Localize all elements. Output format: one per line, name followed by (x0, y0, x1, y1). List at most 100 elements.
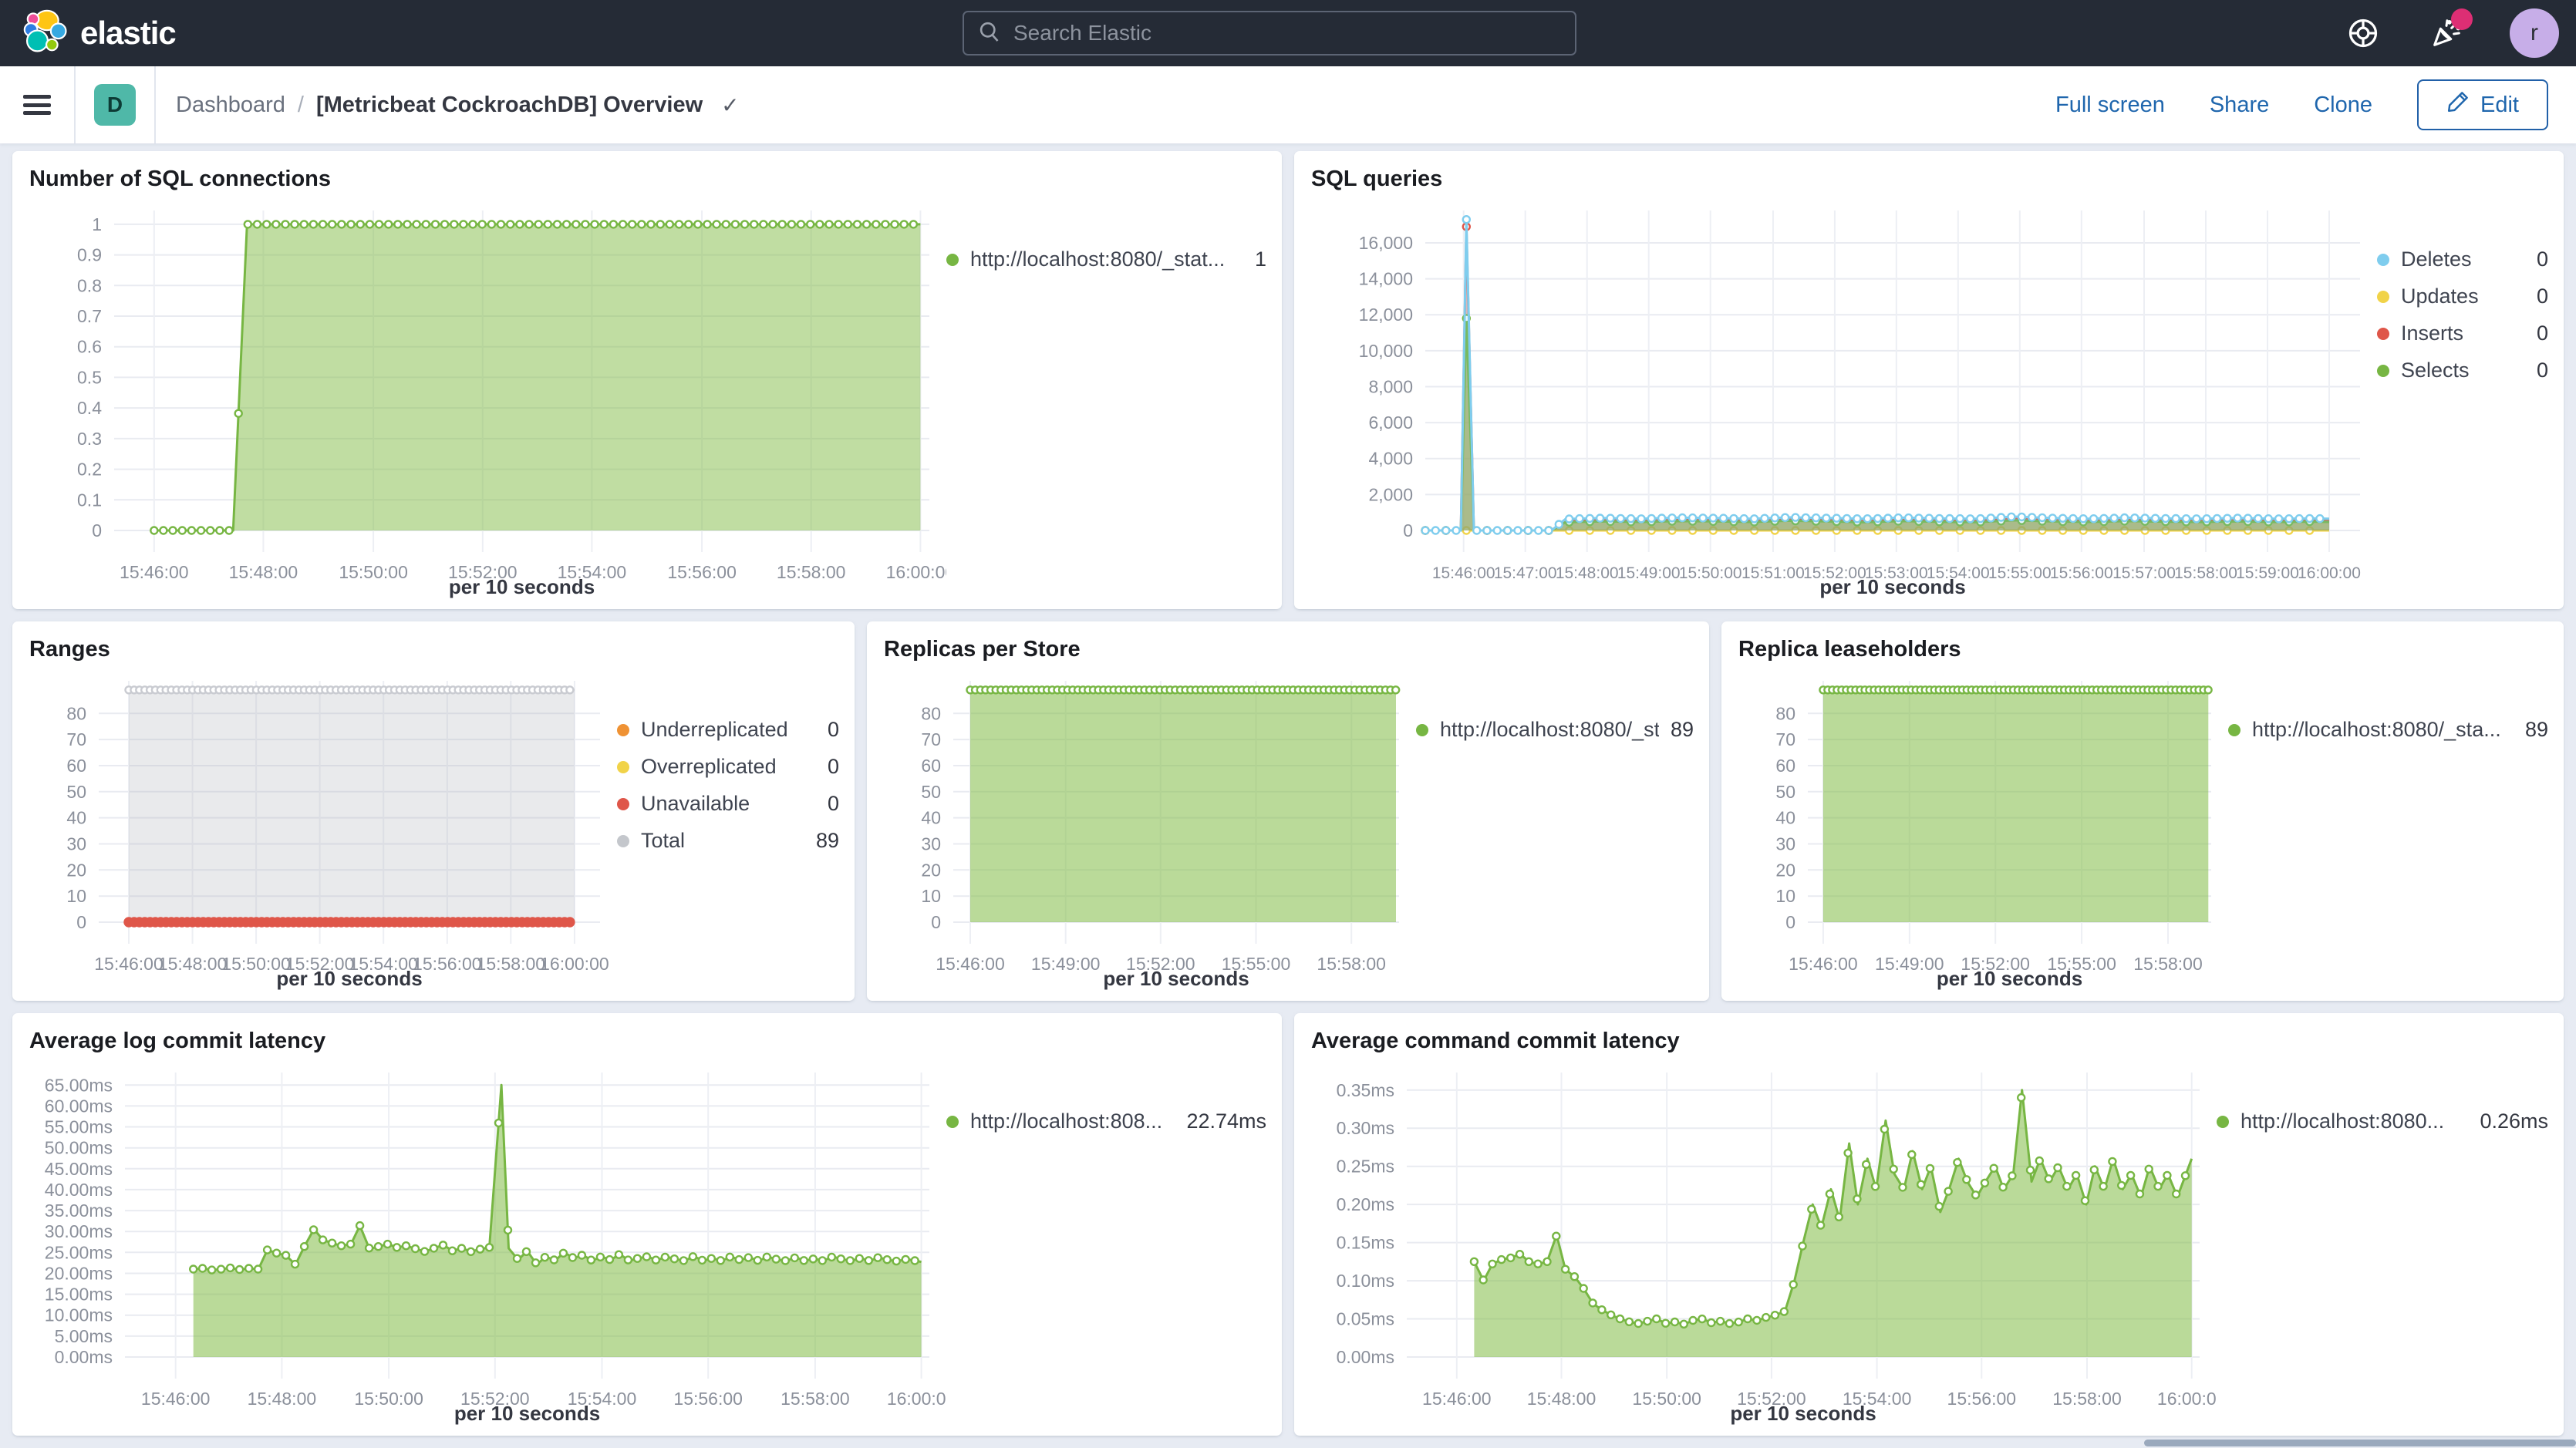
svg-text:30.00ms: 30.00ms (45, 1221, 113, 1241)
legend-item[interactable]: http://localhost:808...22.74ms (946, 1110, 1266, 1133)
legend-label: Selects (2401, 359, 2525, 382)
svg-text:15:57:00: 15:57:00 (2112, 564, 2176, 582)
legend-label: http://localhost:8080... (2241, 1110, 2468, 1133)
svg-text:0.20ms: 0.20ms (1337, 1194, 1394, 1214)
search-input[interactable] (1013, 21, 1561, 45)
svg-text:15:46:00: 15:46:00 (1422, 1389, 1492, 1409)
legend-label: Total (641, 829, 804, 853)
svg-text:10: 10 (1775, 886, 1795, 906)
legend-item[interactable]: Deletes0 (2377, 248, 2548, 271)
title-check-icon[interactable]: ✓ (721, 93, 739, 118)
svg-text:0.3: 0.3 (77, 429, 102, 449)
chart-sql-queries[interactable]: 02,0004,0006,0008,00010,00012,00014,0001… (1310, 198, 2377, 604)
svg-text:80: 80 (1775, 703, 1795, 723)
legend-swatch-icon (2377, 291, 2389, 303)
svg-text:0.25ms: 0.25ms (1337, 1157, 1394, 1177)
svg-text:60: 60 (921, 756, 941, 776)
legend-item[interactable]: http://localhost:8080/_sta...89 (1416, 718, 1694, 742)
svg-text:2,000: 2,000 (1368, 484, 1413, 504)
svg-text:30: 30 (66, 834, 86, 854)
global-search[interactable] (963, 11, 1576, 56)
chart-svg: 0.00ms0.05ms0.10ms0.15ms0.20ms0.25ms0.30… (1310, 1060, 2217, 1431)
svg-text:0.6: 0.6 (77, 337, 102, 357)
chart-replica-leaseholders[interactable]: 0102030405060708015:46:0015:49:0015:52:0… (1737, 668, 2228, 996)
svg-text:50: 50 (921, 782, 941, 802)
space-badge[interactable]: D (94, 84, 136, 126)
panel-title: Average command commit latency (1310, 1025, 2548, 1060)
svg-text:15:48:00: 15:48:00 (248, 1389, 317, 1409)
chart-ranges[interactable]: 0102030405060708015:46:0015:48:0015:50:0… (28, 668, 617, 996)
svg-text:0.8: 0.8 (77, 275, 102, 295)
svg-text:15:47:00: 15:47:00 (1494, 564, 1557, 582)
menu-icon[interactable] (23, 95, 51, 115)
svg-text:0.05ms: 0.05ms (1337, 1309, 1394, 1329)
legend-item[interactable]: Selects0 (2377, 359, 2548, 382)
help-icon[interactable] (2343, 13, 2383, 53)
svg-text:15:56:00: 15:56:00 (673, 1389, 743, 1409)
panel-title: Ranges (28, 634, 839, 668)
legend-item[interactable]: Unavailable0 (617, 792, 839, 816)
elastic-brand[interactable]: elastic (0, 9, 176, 58)
svg-text:16:00:00: 16:00:00 (540, 954, 609, 974)
legend: http://localhost:808...22.74ms (946, 1060, 1266, 1431)
legend-label: Unavailable (641, 792, 816, 816)
svg-text:14,000: 14,000 (1359, 269, 1413, 289)
legend-label: http://localhost:808... (970, 1110, 1175, 1133)
svg-text:50: 50 (66, 782, 86, 802)
chart-svg: 0102030405060708015:46:0015:49:0015:52:0… (1737, 668, 2228, 996)
dashboard-grid: Number of SQL connections 00.10.20.30.40… (0, 143, 2576, 1448)
legend-value: 89 (1671, 718, 1694, 742)
svg-text:15:58:00: 15:58:00 (2174, 564, 2237, 582)
edit-button[interactable]: Edit (2417, 79, 2548, 130)
svg-text:0.15ms: 0.15ms (1337, 1233, 1394, 1253)
svg-text:15:48:00: 15:48:00 (1556, 564, 1619, 582)
legend-swatch-icon (2377, 328, 2389, 340)
svg-text:40: 40 (66, 808, 86, 828)
panel-ranges: Ranges 0102030405060708015:46:0015:48:00… (12, 621, 855, 1001)
legend-item[interactable]: Updates0 (2377, 285, 2548, 308)
legend-value: 0 (828, 718, 839, 742)
avatar[interactable]: r (2510, 8, 2559, 58)
legend-item[interactable]: Underreplicated0 (617, 718, 839, 742)
legend: Underreplicated0 Overreplicated0 Unavailab… (617, 668, 839, 996)
legend-item[interactable]: Inserts0 (2377, 322, 2548, 345)
clone-button[interactable]: Clone (2314, 93, 2372, 118)
svg-text:70: 70 (921, 729, 941, 749)
legend: Deletes0 Updates0 Inserts0 Selects0 (2377, 198, 2548, 604)
full-screen-button[interactable]: Full screen (2055, 93, 2165, 118)
legend-item[interactable]: http://localhost:8080...0.26ms (2217, 1110, 2548, 1133)
svg-text:15:48:00: 15:48:00 (229, 562, 298, 582)
legend-item[interactable]: Total89 (617, 829, 839, 853)
svg-text:15:58:00: 15:58:00 (477, 954, 546, 974)
breadcrumb-dashboard[interactable]: Dashboard (176, 93, 285, 118)
svg-text:60.00ms: 60.00ms (45, 1096, 113, 1116)
svg-text:15:58:00: 15:58:00 (2133, 954, 2203, 974)
horizontal-scrollbar[interactable] (2144, 1440, 2576, 1446)
legend: http://localhost:8080/_sta...89 (2228, 668, 2548, 996)
chart-replicas-per-store[interactable]: 0102030405060708015:46:0015:49:0015:52:0… (882, 668, 1416, 996)
legend-swatch-icon (2217, 1116, 2229, 1128)
share-button[interactable]: Share (2210, 93, 2269, 118)
svg-text:0.7: 0.7 (77, 306, 102, 326)
svg-text:0.10ms: 0.10ms (1337, 1271, 1394, 1291)
legend-swatch-icon (2377, 254, 2389, 266)
legend-item[interactable]: http://localhost:8080/_stat...1 (946, 248, 1266, 271)
chart-average-command-commit-latency[interactable]: 0.00ms0.05ms0.10ms0.15ms0.20ms0.25ms0.30… (1310, 1060, 2217, 1431)
legend-item[interactable]: Overreplicated0 (617, 755, 839, 779)
svg-text:20: 20 (921, 860, 941, 880)
legend-item[interactable]: http://localhost:8080/_sta...89 (2228, 718, 2548, 742)
svg-text:10,000: 10,000 (1359, 341, 1413, 361)
chart-average-log-commit-latency[interactable]: 0.00ms5.00ms10.00ms15.00ms20.00ms25.00ms… (28, 1060, 946, 1431)
chart-number-of-sql-connections[interactable]: 00.10.20.30.40.50.60.70.80.9115:46:0015:… (28, 198, 946, 604)
announcements-icon[interactable] (2426, 13, 2466, 53)
svg-text:15:46:00: 15:46:00 (141, 1389, 211, 1409)
svg-text:16:00:00: 16:00:00 (2157, 1389, 2217, 1409)
svg-text:15:50:00: 15:50:00 (339, 562, 408, 582)
panel-replicas-per-store: Replicas per Store 0102030405060708015:4… (867, 621, 1709, 1001)
svg-text:0.30ms: 0.30ms (1337, 1118, 1394, 1138)
svg-text:5.00ms: 5.00ms (55, 1326, 113, 1346)
svg-text:55.00ms: 55.00ms (45, 1117, 113, 1137)
svg-text:per 10 seconds: per 10 seconds (449, 575, 595, 598)
svg-text:0.1: 0.1 (77, 490, 102, 510)
svg-text:per 10 seconds: per 10 seconds (454, 1402, 600, 1425)
